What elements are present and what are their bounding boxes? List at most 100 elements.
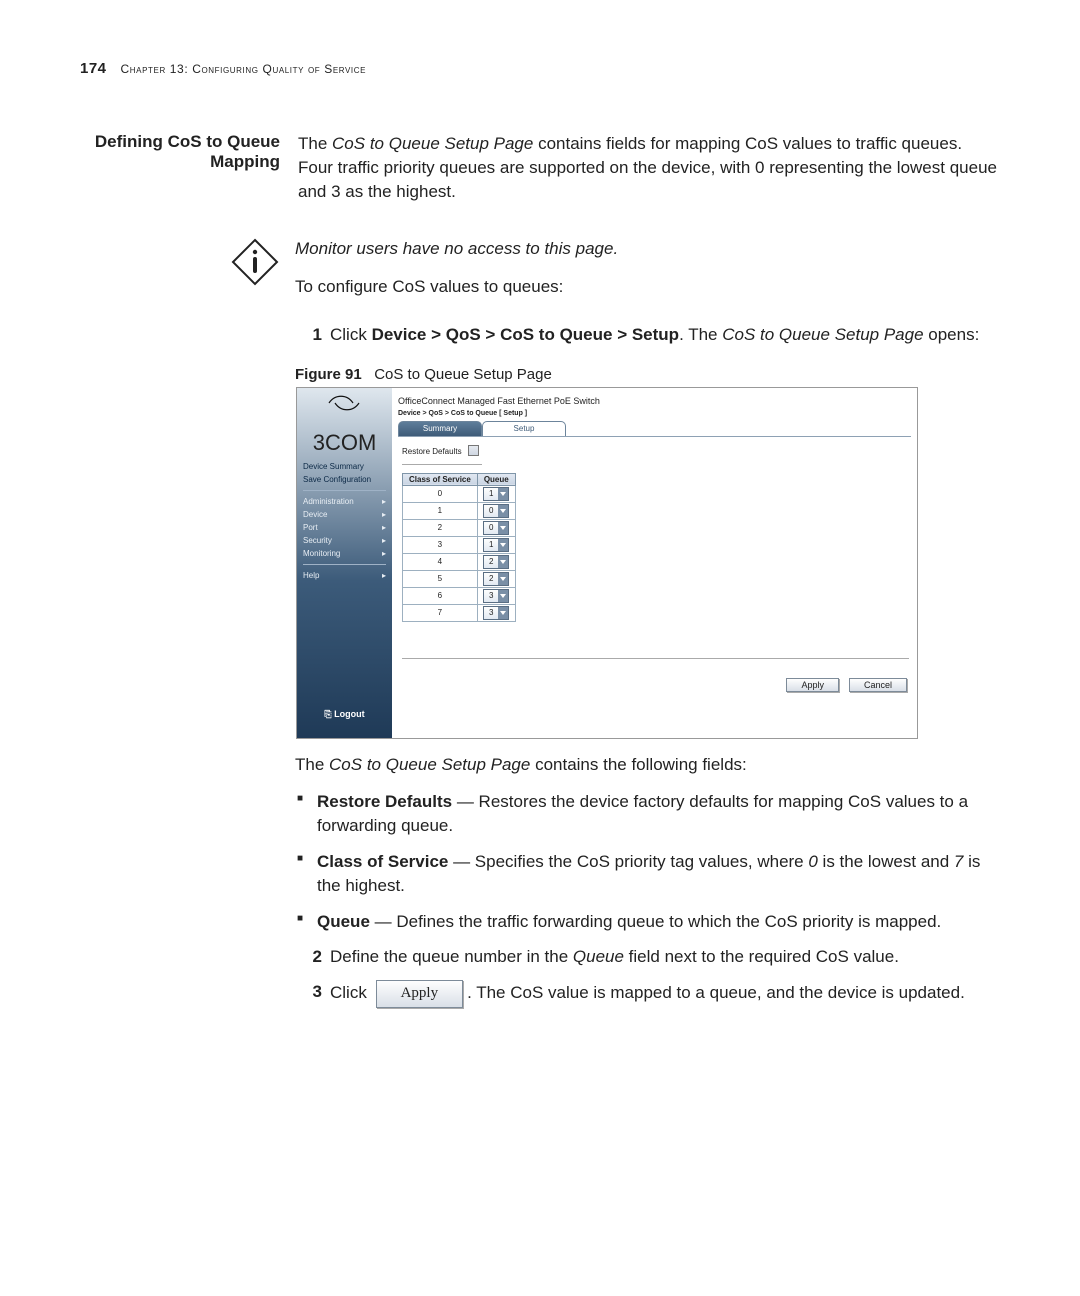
table-row: 31 [403, 536, 516, 553]
sidebar-item-security[interactable]: Security▸ [297, 534, 392, 547]
section-row: Defining CoS to Queue Mapping The CoS to… [80, 132, 1000, 217]
restore-defaults-checkbox[interactable] [468, 445, 479, 456]
sidebar-item-device[interactable]: Device▸ [297, 508, 392, 521]
figure-title: CoS to Queue Setup Page [374, 366, 552, 383]
queue-value: 0 [484, 523, 498, 532]
queue-select[interactable]: 2 [483, 555, 509, 569]
queue-select[interactable]: 0 [483, 504, 509, 518]
step-1: 1 Click Device > QoS > CoS to Queue > Se… [298, 323, 1000, 348]
queue-select[interactable]: 2 [483, 572, 509, 586]
col-header-queue: Queue [477, 473, 515, 485]
cos-cell: 0 [403, 485, 478, 502]
table-row: 10 [403, 502, 516, 519]
field-name: Restore Defaults [317, 792, 452, 811]
sidebar-item-help[interactable]: Help ▸ [297, 569, 392, 582]
value: 0 [808, 852, 817, 871]
text: The [298, 134, 332, 153]
table-row: 20 [403, 519, 516, 536]
table-row: 63 [403, 587, 516, 604]
page-header: 174 Chapter 13: Configuring Quality of S… [80, 60, 1000, 77]
tab-summary[interactable]: Summary [398, 421, 482, 436]
step-number: 1 [298, 323, 322, 348]
queue-select[interactable]: 3 [483, 606, 509, 620]
cos-cell: 5 [403, 570, 478, 587]
queue-value: 1 [484, 540, 498, 549]
chevron-down-icon [498, 539, 508, 551]
text: Click [330, 983, 372, 1002]
sidebar-item-label: Help [303, 571, 319, 580]
sidebar-item-administration[interactable]: Administration▸ [297, 495, 392, 508]
post-figure-text: The CoS to Queue Setup Page contains the… [80, 753, 995, 934]
cos-cell: 7 [403, 604, 478, 621]
field-ref: Queue [573, 947, 624, 966]
sidebar-item-port[interactable]: Port ▸ [297, 521, 392, 534]
chapter-label: Chapter 13: Configuring Quality of Servi… [121, 62, 367, 76]
queue-value: 3 [484, 591, 498, 600]
queue-select[interactable]: 1 [483, 538, 509, 552]
expand-icon: ▸ [382, 549, 386, 558]
expand-icon: ▸ [382, 536, 386, 545]
text: opens: [924, 325, 980, 344]
table-row: 52 [403, 570, 516, 587]
text: The [295, 755, 329, 774]
queue-select[interactable]: 0 [483, 521, 509, 535]
restore-defaults-label: Restore Defaults [402, 447, 462, 456]
divider [402, 464, 482, 465]
cos-cell: 4 [403, 553, 478, 570]
logout-button[interactable]: ⎘ Logout [297, 709, 392, 720]
chevron-down-icon [498, 488, 508, 500]
expand-icon: ▸ [382, 523, 386, 532]
text: Click [330, 325, 372, 344]
sidebar-item-device-summary[interactable]: Device Summary [297, 460, 392, 473]
sidebar: 3COM Device Summary Save Configuration A… [297, 388, 392, 738]
note-row: Monitor users have no access to this pag… [230, 237, 1000, 313]
field-name: Class of Service [317, 852, 448, 871]
brand-text: 3COM [297, 430, 392, 456]
step-number: 2 [298, 945, 322, 970]
step-3: 3 Click Apply. The CoS value is mapped t… [298, 980, 1000, 1008]
expand-icon: ▸ [382, 510, 386, 519]
expand-icon: ▸ [382, 497, 386, 506]
cos-cell: 3 [403, 536, 478, 553]
chevron-down-icon [498, 573, 508, 585]
chevron-down-icon [498, 556, 508, 568]
col-header-cos: Class of Service [403, 473, 478, 485]
sidebar-item-label: Port [303, 523, 318, 532]
page-number: 174 [80, 60, 107, 77]
table-row: 42 [403, 553, 516, 570]
lead-in: To configure CoS values to queues: [295, 275, 1000, 299]
section-body: The CoS to Queue Setup Page contains fie… [298, 132, 998, 217]
figure-label: Figure 91 [295, 366, 362, 383]
text: Define the queue number in the [330, 947, 573, 966]
cancel-button[interactable]: Cancel [849, 678, 907, 692]
text: — Defines the traffic forwarding queue t… [370, 912, 941, 931]
sidebar-item-label: Device Summary [303, 462, 364, 471]
restore-defaults-row: Restore Defaults [402, 445, 917, 456]
cos-cell: 2 [403, 519, 478, 536]
text: field next to the required CoS value. [624, 947, 899, 966]
page-ref: CoS to Queue Setup Page [329, 755, 530, 774]
cos-cell: 6 [403, 587, 478, 604]
apply-button[interactable]: Apply [786, 678, 839, 692]
sidebar-item-monitoring[interactable]: Monitoring ▸ [297, 547, 392, 560]
info-icon [230, 237, 280, 287]
queue-select[interactable]: 1 [483, 487, 509, 501]
note-text: Monitor users have no access to this pag… [295, 237, 1000, 261]
chevron-down-icon [498, 590, 508, 602]
chevron-down-icon [498, 607, 508, 619]
list-item: Class of Service — Specifies the CoS pri… [317, 850, 995, 898]
queue-select[interactable]: 3 [483, 589, 509, 603]
button-row: Apply Cancel [786, 678, 907, 692]
expand-icon: ▸ [382, 571, 386, 580]
breadcrumb: Device > QoS > CoS to Queue [ Setup ] [398, 410, 917, 417]
cos-queue-table: Class of Service Queue 01 10 20 31 42 52… [402, 473, 516, 622]
tab-setup[interactable]: Setup [482, 421, 566, 436]
intro-paragraph: The CoS to Queue Setup Page contains fie… [298, 132, 998, 203]
queue-value: 0 [484, 506, 498, 515]
figure-caption: Figure 91 CoS to Queue Setup Page [295, 366, 1000, 383]
sidebar-item-save-configuration[interactable]: Save Configuration [297, 473, 392, 486]
logout-label: Logout [334, 709, 365, 719]
field-name: Queue [317, 912, 370, 931]
sidebar-item-label: Monitoring [303, 549, 340, 558]
brand-swirl-icon [325, 394, 365, 412]
